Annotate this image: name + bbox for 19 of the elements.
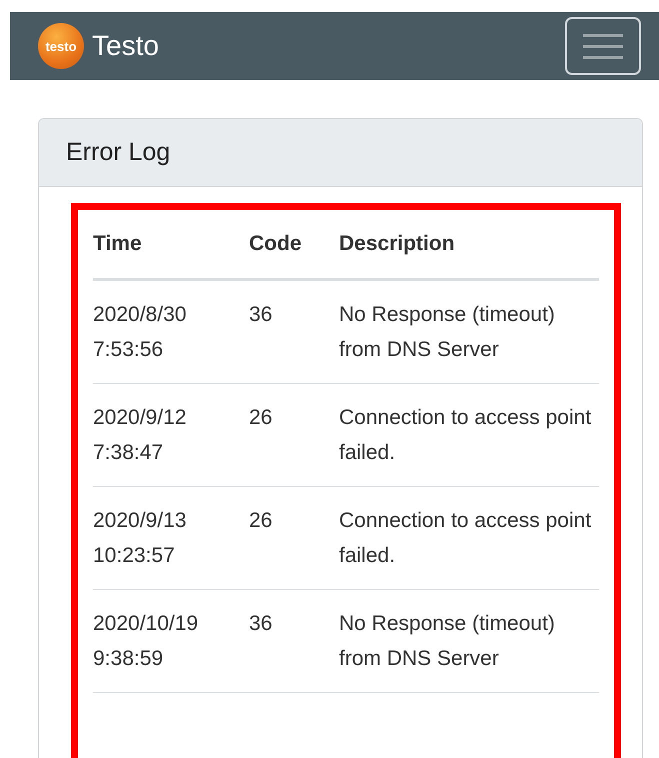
card-title: Error Log	[66, 136, 170, 168]
column-header: Code	[249, 210, 339, 279]
column-header: Description	[339, 210, 599, 279]
time-cell: 2020/8/30 7:53:56	[93, 279, 249, 383]
code-cell: 26	[249, 383, 339, 486]
description-cell: No Response (timeout) from DNS Server	[339, 589, 599, 692]
column-header: Time	[93, 210, 249, 279]
time-cell: 2020/9/13 10:23:57	[93, 486, 249, 589]
logo-text: testo	[45, 40, 77, 52]
brand-name: Testo	[92, 29, 159, 63]
code-cell: 36	[249, 589, 339, 692]
time-cell: 2020/10/19 9:38:59	[93, 589, 249, 692]
time-cell: 2020/9/12 7:38:47	[93, 383, 249, 486]
description-cell: Connection to access point failed.	[339, 383, 599, 486]
description-cell: Connection to access point failed.	[339, 486, 599, 589]
menu-button[interactable]	[565, 17, 641, 75]
code-cell: 26	[249, 486, 339, 589]
code-cell: 36	[249, 279, 339, 383]
description-cell: No Response (timeout) from DNS Server	[339, 279, 599, 383]
